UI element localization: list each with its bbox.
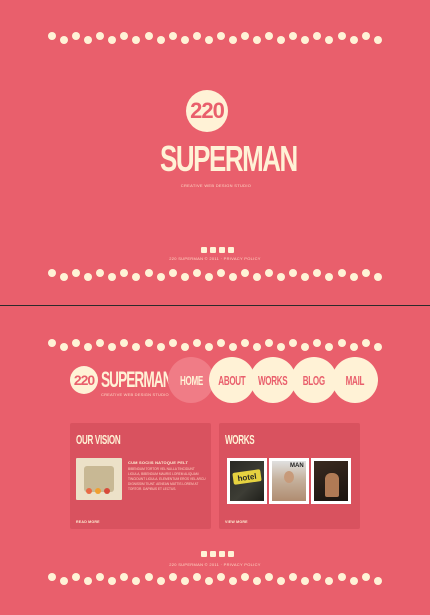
skype-icon[interactable]: [219, 551, 225, 557]
nav-mail-label: MAIL: [345, 372, 365, 388]
footer-copyright: 220 SUPERMAN © 2011 · PRIVACY POLICY: [169, 562, 261, 567]
works-thumb-3[interactable]: [311, 458, 351, 504]
twitter-icon[interactable]: [210, 551, 216, 557]
works-view-more-link[interactable]: VIEW MORE: [225, 520, 248, 524]
delicious-icon[interactable]: [201, 551, 207, 557]
header-logo-badge[interactable]: 220: [70, 366, 98, 394]
nav-about-label: ABOUT: [218, 372, 246, 388]
nav-home[interactable]: HOME: [168, 357, 214, 403]
hero-tagline: CREATIVE WEB DESIGN STUDIO: [180, 183, 252, 188]
nav-works-label: WORKS: [258, 372, 288, 388]
nav-blog-label: BLOG: [302, 372, 326, 388]
vision-title: OUR VISION: [76, 432, 121, 447]
skype-icon[interactable]: [219, 247, 225, 253]
hero-bottom-dot-border: [48, 269, 382, 281]
hero-copyright: 220 SUPERMAN © 2011 · PRIVACY POLICY: [169, 256, 261, 261]
page-top-dot-border: [48, 339, 382, 351]
nav-about[interactable]: ABOUT: [209, 357, 255, 403]
top-dot-border: [48, 32, 382, 44]
vision-panel: OUR VISION CUM SOCIIS NATOQUE PELT BIBEN…: [70, 423, 211, 529]
works-panel: WORKS hotel MAN VIEW MORE: [219, 423, 360, 529]
works-title: WORKS: [225, 432, 255, 447]
facebook-icon[interactable]: [228, 247, 234, 253]
nav-mail[interactable]: MAIL: [332, 357, 378, 403]
hero-logo-badge: 220: [186, 90, 228, 132]
section-divider: [0, 305, 430, 306]
hero-social-links: [201, 247, 234, 253]
vision-heading: CUM SOCIIS NATOQUE PELT: [128, 460, 189, 465]
delicious-icon[interactable]: [201, 247, 207, 253]
hero-logo-title: SUPERMAN: [160, 138, 298, 179]
vision-image: [76, 458, 122, 500]
nav-works[interactable]: WORKS: [250, 357, 296, 403]
header-logo-title[interactable]: SUPERMAN: [101, 367, 173, 393]
works-thumb-2[interactable]: MAN: [269, 458, 309, 504]
vision-read-more-link[interactable]: READ MORE: [76, 520, 100, 524]
nav-home-label: HOME: [179, 372, 203, 388]
vision-body-text: BIBENDUM TORTOR VEL NULLA TINCIDUNT LIGU…: [128, 467, 206, 491]
header-logo-tagline: CREATIVE WEB DESIGN STUDIO: [101, 392, 169, 397]
footer-social-links: [201, 551, 234, 557]
main-nav: HOME ABOUT WORKS BLOG MAIL: [168, 357, 378, 403]
works-thumb-2-caption: MAN: [290, 463, 304, 469]
nav-blog[interactable]: BLOG: [291, 357, 337, 403]
works-thumb-1[interactable]: hotel: [227, 458, 267, 504]
footer-dot-border: [48, 573, 382, 585]
twitter-icon[interactable]: [210, 247, 216, 253]
works-thumb-1-caption: hotel: [232, 469, 262, 485]
facebook-icon[interactable]: [228, 551, 234, 557]
